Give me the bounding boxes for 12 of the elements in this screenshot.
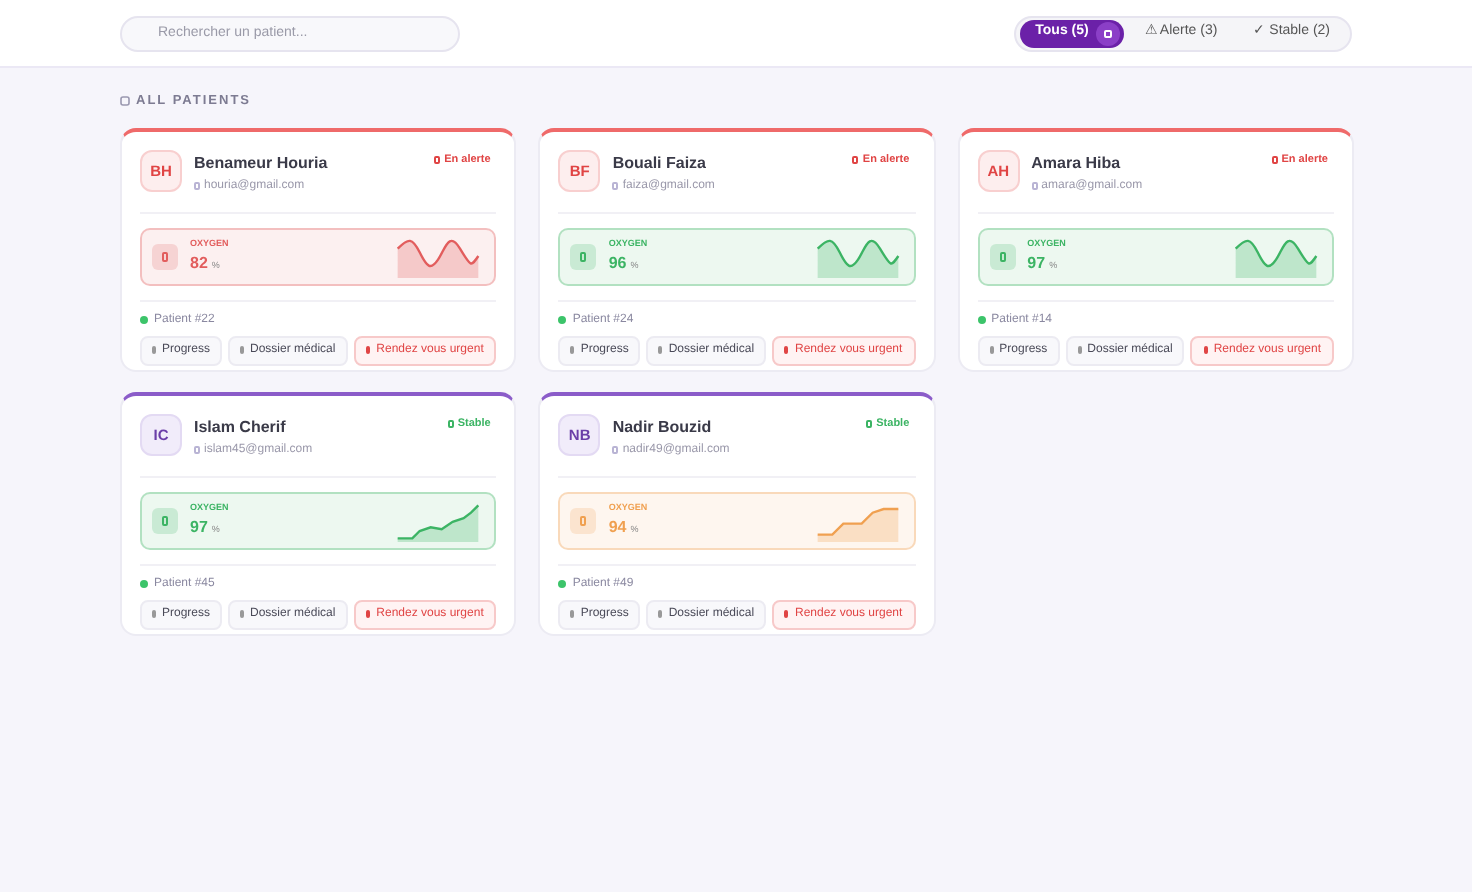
patient-name: Nadir Bouzid	[612, 415, 714, 440]
oxygen-value: 94	[608, 515, 627, 540]
oxygen-value: 82	[190, 251, 208, 276]
patient-name: Bouali Faiza	[612, 151, 709, 176]
patient-name: Benameur Houria	[194, 151, 330, 176]
patient-name: Amara Hiba	[1031, 151, 1123, 176]
patient-name: Islam Cherif	[194, 415, 288, 440]
oxygen-value: 96	[608, 251, 627, 276]
list-icon	[120, 96, 130, 107]
oxygen-value: 97	[1027, 251, 1046, 276]
toggle-icon	[1096, 21, 1121, 45]
oxygen-value: 97	[190, 515, 208, 540]
